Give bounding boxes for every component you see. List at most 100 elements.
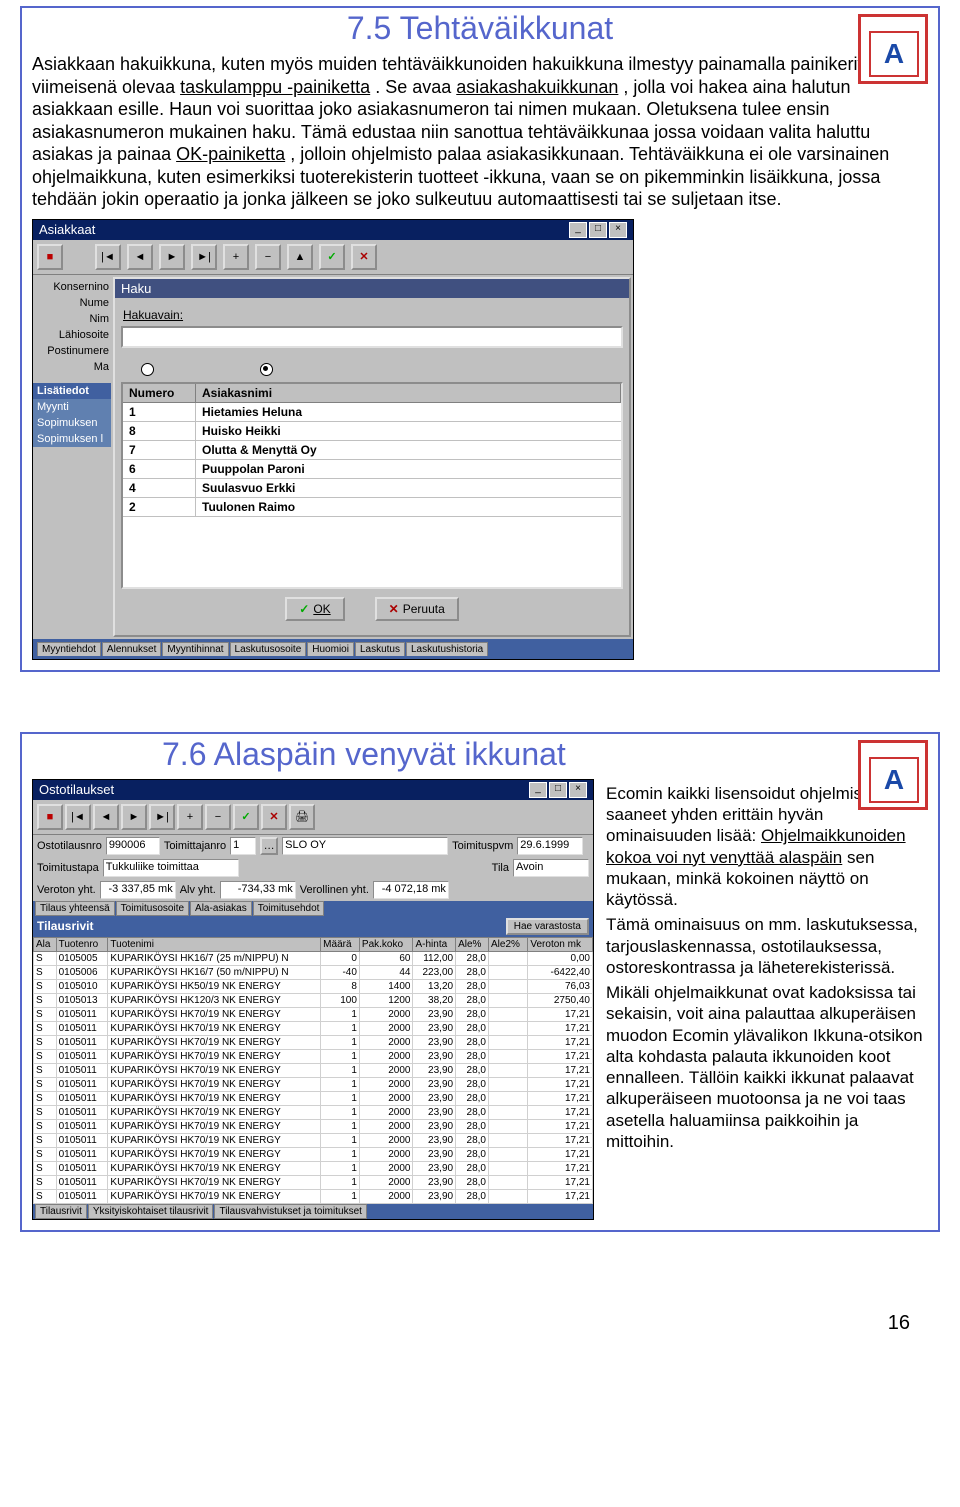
fld-tila[interactable]: Avoin (513, 859, 589, 877)
fld-toimituspvm[interactable]: 29.6.1999 (517, 837, 583, 855)
table-row[interactable]: S0105011KUPARIKÖYSI HK70/19 NK ENERGY120… (34, 1091, 593, 1105)
table-row[interactable]: S0105013KUPARIKÖYSI HK120/3 NK ENERGY100… (34, 993, 593, 1007)
minimize-icon[interactable]: _ (529, 782, 547, 798)
del-icon[interactable]: − (205, 804, 231, 830)
radio-row (121, 358, 623, 382)
tab[interactable]: Tilausrivit (35, 1204, 87, 1219)
table-row[interactable]: S0105011KUPARIKÖYSI HK70/19 NK ENERGY120… (34, 1133, 593, 1147)
tab[interactable]: Laskutusosoite (230, 642, 307, 656)
col-header: Tuotenro (56, 937, 108, 951)
table-row[interactable]: S0105011KUPARIKÖYSI HK70/19 NK ENERGY120… (34, 1119, 593, 1133)
lbl-numero: Nume (33, 295, 111, 311)
tab[interactable]: Alennukset (102, 642, 161, 656)
table-row[interactable]: S0105011KUPARIKÖYSI HK70/19 NK ENERGY120… (34, 1063, 593, 1077)
nav-last-icon[interactable]: ►| (149, 804, 175, 830)
tab[interactable]: Yksityiskohtaiset tilausrivit (88, 1204, 214, 1219)
tab[interactable]: Myyntiehdot (37, 642, 101, 656)
osto-title: Ostotilaukset (39, 782, 114, 797)
maximize-icon[interactable]: □ (549, 782, 567, 798)
maximize-icon[interactable]: □ (589, 222, 607, 238)
side-p3: Mikäli ohjelmaikkunat ovat kadoksissa ta… (606, 982, 928, 1152)
col-header: Ale% (456, 937, 489, 951)
radio-nimi[interactable] (260, 362, 279, 376)
close-icon[interactable]: × (609, 222, 627, 238)
tilausrivit-label: Tilausrivit (37, 919, 93, 933)
fld-toimittaja[interactable]: SLO OY (282, 837, 448, 855)
osto-grid-header: AlaTuotenroTuotenimiMääräPak.kokoA-hinta… (34, 937, 593, 951)
lbl-alv: Alv yht. (180, 884, 216, 896)
print-icon[interactable]: 🖨 (289, 804, 315, 830)
close-icon[interactable]: × (569, 782, 587, 798)
fld-toimittajanro[interactable]: 1 (230, 837, 256, 855)
tab[interactable]: Ala-asiakas (190, 901, 252, 916)
table-row[interactable]: S0105010KUPARIKÖYSI HK50/19 NK ENERGY814… (34, 979, 593, 993)
tab[interactable]: Huomioi (307, 642, 354, 656)
radio-numero[interactable] (141, 362, 160, 376)
table-row[interactable]: S0105011KUPARIKÖYSI HK70/19 NK ENERGY120… (34, 1049, 593, 1063)
nav-last-icon[interactable]: ►| (191, 244, 217, 270)
table-row[interactable]: 1Hietamies Heluna (123, 403, 621, 422)
grid-spacer (123, 517, 621, 587)
tab[interactable]: Tilausvahvistukset ja toimitukset (214, 1204, 366, 1219)
ok-button[interactable]: ✓OK (285, 597, 344, 621)
cancel-button[interactable]: ✕Peruuta (375, 597, 459, 621)
col-header: Määrä (321, 937, 360, 951)
nav-prev-icon[interactable]: ◄ (93, 804, 119, 830)
table-row[interactable]: S0105005KUPARIKÖYSI HK16/7 (25 m/NIPPU) … (34, 951, 593, 965)
table-row[interactable]: 8Huisko Heikki (123, 422, 621, 441)
table-row[interactable]: 7Olutta & Menyttä Oy (123, 441, 621, 460)
ok-icon[interactable]: ✓ (233, 804, 259, 830)
lbl-lahiosoite: Lähiosoite (33, 327, 111, 343)
table-row[interactable]: S0105006KUPARIKÖYSI HK16/7 (50 m/NIPPU) … (34, 965, 593, 979)
window-caption-buttons: _ □ × (569, 222, 627, 238)
col-header: Ala (34, 937, 57, 951)
lookup-icon[interactable]: … (260, 837, 278, 855)
table-row[interactable]: S0105011KUPARIKÖYSI HK70/19 NK ENERGY120… (34, 1105, 593, 1119)
cancel-icon[interactable]: ✕ (261, 804, 287, 830)
toolbar-stop-icon[interactable]: ■ (37, 244, 63, 270)
hakuavain-input[interactable] (121, 326, 623, 348)
osto-titlebar: Ostotilaukset _ □ × (33, 780, 593, 800)
table-row[interactable]: S0105011KUPARIKÖYSI HK70/19 NK ENERGY120… (34, 1147, 593, 1161)
table-row[interactable]: S0105011KUPARIKÖYSI HK70/19 NK ENERGY120… (34, 1021, 593, 1035)
tab[interactable]: Tilaus yhteensä (35, 901, 115, 916)
lbl-nimi: Nim (33, 311, 111, 327)
row-1: Ostotilausnro 990006 Toimittajanro 1 … S… (33, 835, 593, 857)
table-row[interactable]: S0105011KUPARIKÖYSI HK70/19 NK ENERGY120… (34, 1035, 593, 1049)
minimize-icon[interactable]: _ (569, 222, 587, 238)
add-icon[interactable]: + (177, 804, 203, 830)
tab[interactable]: Laskutus (355, 642, 405, 656)
table-row[interactable]: 4Suulasvuo Erkki (123, 479, 621, 498)
lbl-sopimuksen2: Sopimuksen l (33, 431, 111, 447)
tab[interactable]: Laskutushistoria (406, 642, 488, 656)
nav-del-icon[interactable]: − (255, 244, 281, 270)
fld-toimitustapa[interactable]: Tukkuliike toimittaa (103, 859, 239, 877)
nav-first-icon[interactable]: |◄ (65, 804, 91, 830)
tab[interactable]: Toimitusehdot (253, 901, 325, 916)
nav-cancel-icon[interactable]: ✕ (351, 244, 377, 270)
col-header: A-hinta (413, 937, 456, 951)
table-row[interactable]: S0105011KUPARIKÖYSI HK70/19 NK ENERGY120… (34, 1077, 593, 1091)
nav-first-icon[interactable]: |◄ (95, 244, 121, 270)
tab[interactable]: Myyntihinnat (162, 642, 228, 656)
nav-edit-icon[interactable]: ▲ (287, 244, 313, 270)
nav-add-icon[interactable]: + (223, 244, 249, 270)
lbl-toimituspvm: Toimituspvm (452, 840, 513, 852)
table-row[interactable]: 2Tuulonen Raimo (123, 498, 621, 517)
table-row[interactable]: S0105011KUPARIKÖYSI HK70/19 NK ENERGY120… (34, 1189, 593, 1203)
osto-toolbar: ■ |◄ ◄ ► ►| + − ✓ ✕ 🖨 (33, 800, 593, 835)
tab[interactable]: Toimitusosoite (116, 901, 189, 916)
table-row[interactable]: S0105011KUPARIKÖYSI HK70/19 NK ENERGY120… (34, 1175, 593, 1189)
table-row[interactable]: S0105011KUPARIKÖYSI HK70/19 NK ENERGY120… (34, 1007, 593, 1021)
table-row[interactable]: 6Puuppolan Paroni (123, 460, 621, 479)
nav-next-icon[interactable]: ► (159, 244, 185, 270)
p1u2: asiakashakuikkunan (456, 77, 618, 97)
nav-ok-icon[interactable]: ✓ (319, 244, 345, 270)
hakuavain-label: Hakuavain: (121, 304, 623, 326)
nav-prev-icon[interactable]: ◄ (127, 244, 153, 270)
table-row[interactable]: S0105011KUPARIKÖYSI HK70/19 NK ENERGY120… (34, 1161, 593, 1175)
nav-next-icon[interactable]: ► (121, 804, 147, 830)
stop-icon[interactable]: ■ (37, 804, 63, 830)
hae-varastosta-button[interactable]: Hae varastosta (506, 918, 589, 935)
fld-ostotilausnro[interactable]: 990006 (106, 837, 160, 855)
